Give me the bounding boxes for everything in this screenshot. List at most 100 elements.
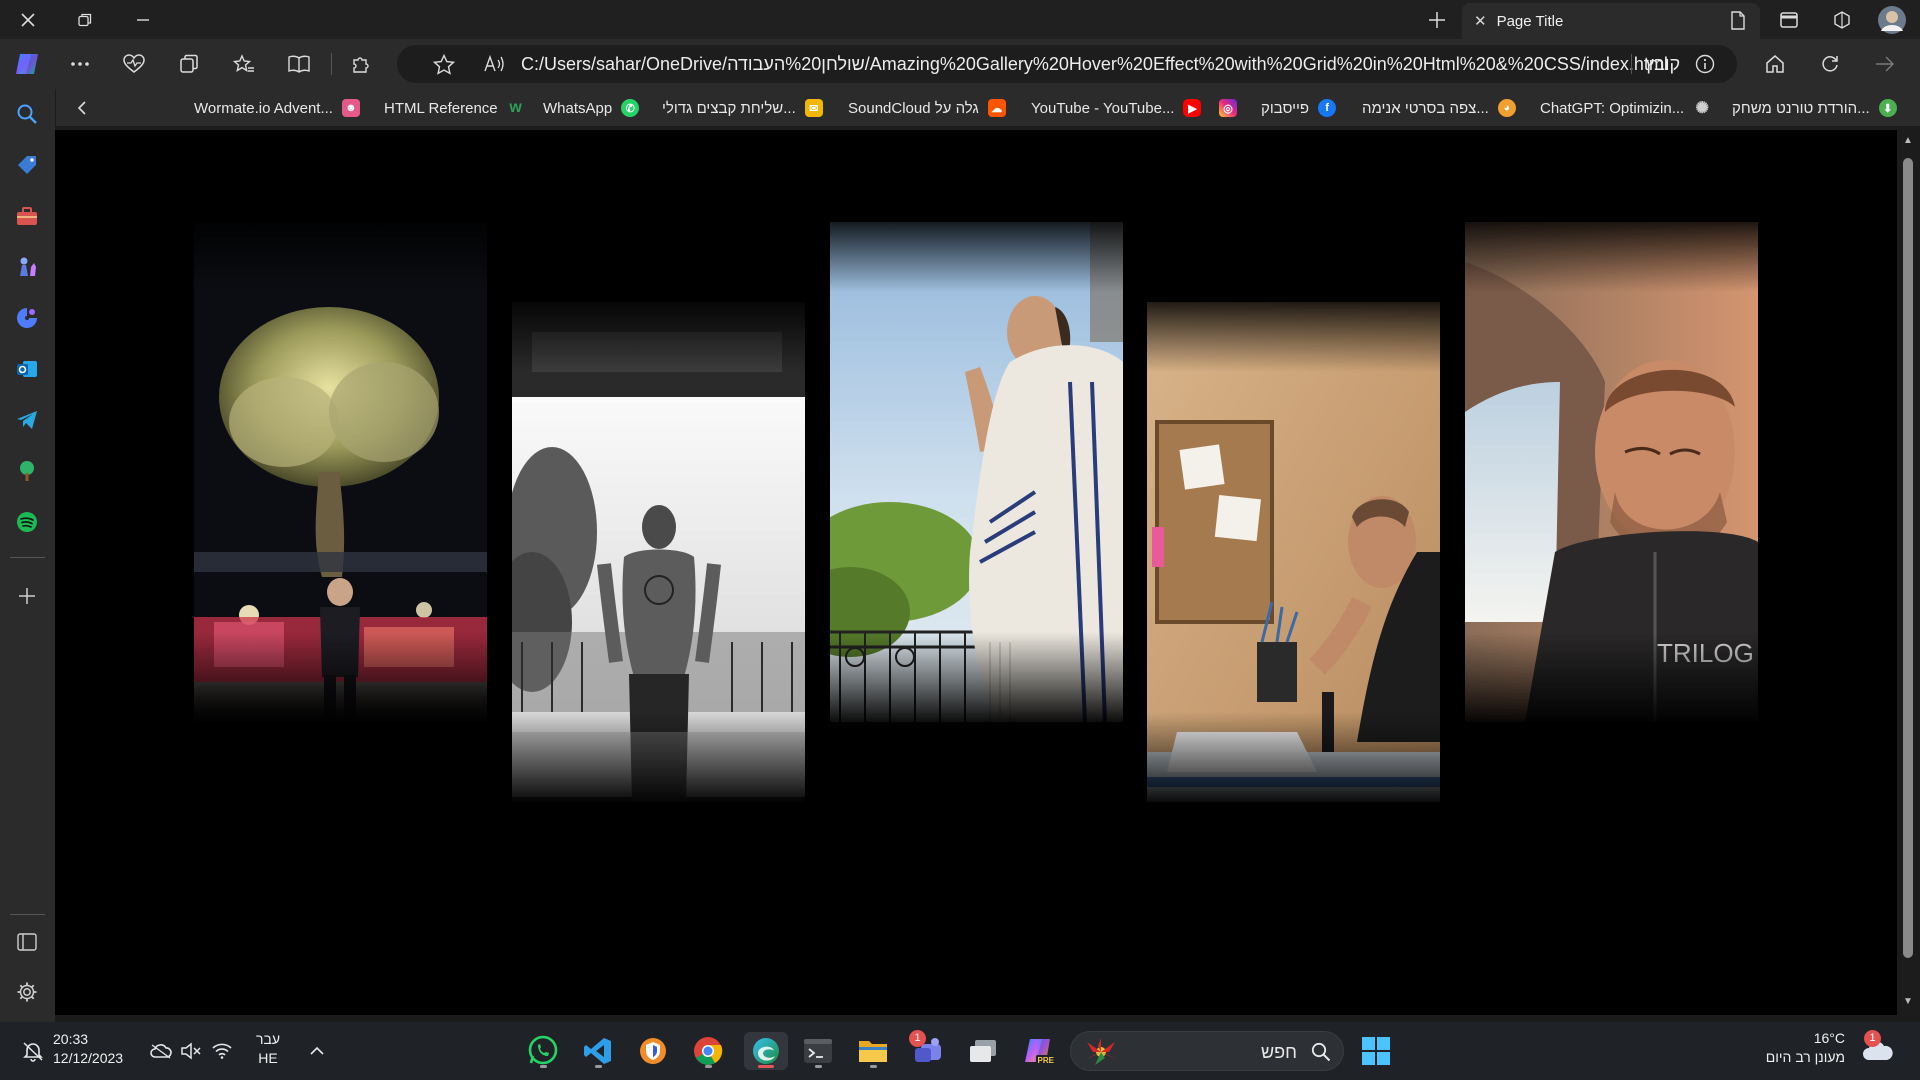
sidebar-search-button[interactable] — [12, 99, 42, 129]
workspaces-icon — [1834, 11, 1850, 29]
close-icon — [21, 12, 35, 27]
toolbox-icon — [17, 207, 37, 225]
favorite-item-1[interactable]: HTML Reference w — [384, 95, 525, 121]
refresh-button[interactable] — [1812, 47, 1848, 81]
taskbar-chrome[interactable] — [689, 1032, 727, 1070]
taskbar-edge[interactable] — [744, 1032, 788, 1070]
gallery-photo-balcony-bw[interactable] — [512, 302, 805, 802]
sidebar-toggle-button[interactable] — [12, 927, 42, 957]
language-indicator[interactable]: עבר HE — [256, 1030, 280, 1068]
favorite-label: צפה בסרטי אנימה... — [1362, 99, 1489, 117]
favorite-item-8[interactable]: צפה בסרטי אנימה... ◕ — [1362, 95, 1516, 121]
scroll-thumb[interactable] — [1903, 158, 1913, 958]
tab-title: Page Title — [1496, 12, 1564, 30]
gallery-photo-car-sunlight[interactable]: TRILOG — [1465, 222, 1758, 722]
taskbar-teams[interactable]: 1 — [909, 1030, 947, 1070]
tab-close-icon[interactable]: ✕ — [1474, 12, 1487, 30]
page-icon-button[interactable] — [1718, 6, 1758, 34]
address-url[interactable]: C:/Users/sahar/OneDrive/שולחן%20העבודה/A… — [521, 45, 1668, 83]
sidebar-copilot-button[interactable] — [12, 303, 42, 333]
reading-view-button[interactable] — [281, 47, 317, 81]
sidebar-panel-icon — [17, 933, 37, 951]
sidebar-shopping-button[interactable] — [12, 150, 42, 180]
favorite-item-7[interactable]: פייסבוק f — [1261, 95, 1337, 121]
cloud-sync-icon — [150, 1044, 172, 1059]
start-button[interactable] — [1357, 1032, 1395, 1070]
notification-button[interactable] — [14, 1032, 52, 1070]
shopping-tag-icon — [18, 156, 36, 174]
favorite-label: HTML Reference — [384, 99, 498, 117]
favorite-item-4[interactable]: SoundCloud גלה על ☁ — [848, 95, 1006, 121]
sidebar-telegram-button[interactable] — [12, 405, 42, 435]
split-screen-button[interactable] — [1769, 6, 1809, 34]
sidebar-games-button[interactable] — [12, 252, 42, 282]
running-indicator — [870, 1065, 877, 1068]
favorite-item-9[interactable]: ChatGPT: Optimizin... ✺ — [1540, 95, 1711, 121]
favorite-item-10[interactable]: הורדת טורנט משחק... ⬇ — [1732, 95, 1897, 121]
taskbar-brave[interactable] — [634, 1032, 672, 1070]
vpn-shield-icon — [640, 1038, 666, 1064]
restore-window-button[interactable] — [57, 0, 113, 39]
favorite-item-5[interactable]: YouTube - YouTube... ▶ — [1031, 95, 1202, 121]
new-tab-button[interactable] — [1420, 6, 1454, 34]
taskbar-copilot[interactable]: PRE — [1019, 1032, 1057, 1070]
read-aloud-icon — [484, 55, 504, 72]
profile-button[interactable] — [1872, 6, 1912, 34]
sidebar-tools-button[interactable] — [12, 201, 42, 231]
forward-button[interactable] — [1867, 47, 1903, 81]
taskbar-search-box[interactable]: חפש — [1070, 1031, 1344, 1071]
minimize-window-button[interactable] — [115, 0, 171, 39]
sidebar-add-button[interactable] — [12, 581, 42, 611]
add-favorite-button[interactable] — [426, 47, 462, 81]
favorite-item-3[interactable]: שליחת קבצים גדולי... ✉ — [662, 95, 823, 121]
taskbar-vscode[interactable] — [579, 1032, 617, 1070]
favorite-item-0[interactable]: Wormate.io Advent... ☻ — [194, 95, 360, 121]
copilot-button[interactable] — [9, 47, 45, 81]
taskbar-file-explorer[interactable] — [854, 1032, 892, 1070]
scroll-up-arrow[interactable]: ▲ — [1899, 135, 1917, 149]
tab-page-title[interactable]: ✕ Page Title — [1462, 3, 1760, 39]
tray-overflow-button[interactable] — [298, 1032, 336, 1070]
chat-badge: 1 — [909, 1030, 926, 1047]
gallery-photo-desk-thinking[interactable] — [1147, 302, 1440, 802]
wifi-button[interactable] — [203, 1032, 241, 1070]
weather-icon-button[interactable]: 1 — [1859, 1030, 1897, 1070]
sidebar-tree-button[interactable] — [12, 456, 42, 486]
windows-stack-icon — [970, 1040, 996, 1062]
sidebar-outlook-button[interactable] — [12, 354, 42, 384]
weather-widget[interactable]: 16°C מעונן רב היום — [1735, 1029, 1845, 1067]
search-icon — [1311, 1042, 1331, 1062]
taskbar-clock[interactable]: 20:33 12/12/2023 — [53, 1030, 123, 1068]
scroll-down-arrow[interactable]: ▼ — [1899, 996, 1917, 1010]
browser-essentials-button[interactable] — [116, 47, 152, 81]
home-button[interactable] — [1757, 47, 1793, 81]
taskbar-task-view[interactable] — [964, 1032, 1002, 1070]
sidebar-settings-button[interactable] — [12, 977, 42, 1007]
soundcloud-icon: ☁ — [987, 99, 1006, 117]
site-info-button[interactable] — [1687, 47, 1723, 81]
taskbar-whatsapp[interactable] — [524, 1032, 562, 1070]
extensions-button[interactable] — [343, 47, 379, 81]
chevron-left-icon — [77, 101, 86, 115]
wetransfer-icon: ✉ — [804, 99, 823, 117]
gallery-photo-olive-tree-night[interactable] — [194, 222, 487, 722]
taskbar-terminal[interactable] — [799, 1032, 837, 1070]
page-viewport: TRILOG — [55, 130, 1897, 1015]
read-aloud-button[interactable] — [477, 47, 513, 81]
favorite-item-2[interactable]: WhatsApp ✆ — [543, 95, 640, 121]
favorites-collapse-button[interactable] — [76, 95, 88, 121]
favorites-button[interactable] — [226, 47, 262, 81]
sidebar-spotify-button[interactable] — [12, 507, 42, 537]
more-menu-button[interactable] — [62, 47, 98, 81]
balcony-bw-image — [512, 302, 805, 802]
browser-sidebar — [0, 89, 55, 1022]
favorite-item-6[interactable]: ◎ — [1219, 95, 1237, 121]
favorite-label: שליחת קבצים גדולי... — [662, 99, 796, 117]
copilot-pre-icon: PRE — [1025, 1039, 1054, 1065]
collections-button[interactable] — [171, 47, 207, 81]
gallery-photo-prayer-tallit[interactable] — [830, 222, 1123, 722]
workspaces-button[interactable] — [1822, 6, 1862, 34]
address-bar[interactable]: C:/Users/sahar/OneDrive/שולחן%20העבודה/A… — [397, 45, 1737, 83]
close-window-button[interactable] — [0, 0, 56, 39]
plus-icon — [19, 588, 35, 604]
